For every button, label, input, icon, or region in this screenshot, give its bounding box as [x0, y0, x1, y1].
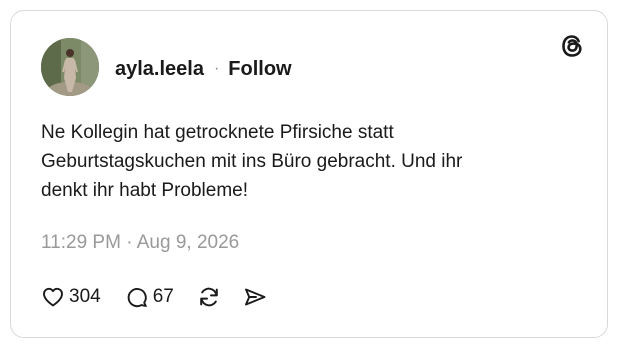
avatar[interactable]	[41, 38, 99, 96]
post-header: ayla.leela · Follow	[115, 55, 292, 83]
heart-icon	[41, 285, 65, 309]
send-icon	[242, 285, 268, 309]
header-separator: ·	[213, 60, 220, 77]
repost-icon	[196, 285, 222, 309]
post-card: ayla.leela · Follow Ne Kollegin hat getr…	[10, 10, 608, 338]
reply-button[interactable]: 67	[125, 285, 174, 309]
share-button[interactable]	[242, 285, 268, 309]
action-bar: 304 67	[41, 283, 268, 311]
reply-count: 67	[152, 286, 174, 307]
speech-bubble-icon	[125, 285, 149, 309]
follow-button[interactable]: Follow	[228, 58, 291, 81]
threads-logo-icon[interactable]	[559, 33, 585, 59]
repost-button[interactable]	[196, 285, 222, 309]
username[interactable]: ayla.leela	[115, 58, 204, 81]
avatar-photo	[41, 38, 99, 96]
like-button[interactable]: 304	[41, 285, 101, 309]
post-text: Ne Kollegin hat getrocknete Pfirsiche st…	[41, 122, 463, 201]
like-count: 304	[69, 286, 101, 307]
post-timestamp[interactable]: 11:29 PM · Aug 9, 2026	[41, 232, 239, 254]
